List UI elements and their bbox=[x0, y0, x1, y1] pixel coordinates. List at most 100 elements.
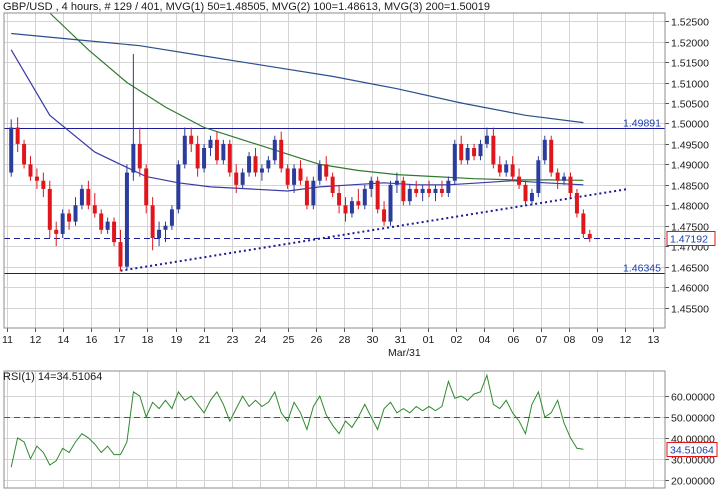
candle-body bbox=[34, 176, 39, 181]
price-y-tick-label: 1.48500 bbox=[671, 181, 709, 193]
price-x-tick-label: 31 bbox=[395, 334, 407, 346]
candle-body bbox=[292, 168, 297, 185]
candle-body bbox=[304, 180, 309, 206]
candle-body bbox=[549, 139, 554, 173]
candle-body bbox=[517, 176, 522, 185]
candle-body bbox=[343, 205, 348, 214]
candle-body bbox=[118, 242, 123, 267]
candle-body bbox=[144, 168, 149, 206]
candle-body bbox=[369, 180, 374, 189]
chart-canvas[interactable]: 1.52500 1.52000 1.51500 1.51000 1.50500 1.500… bbox=[0, 0, 720, 495]
candle-body bbox=[124, 172, 129, 267]
candle-body bbox=[356, 201, 361, 206]
price-y-tick-label: 1.51000 bbox=[671, 79, 709, 91]
price-panel-title: GBP/USD , 4 hours, # 129 / 401, MVG(1) 5… bbox=[3, 1, 490, 13]
candle-body bbox=[131, 143, 136, 173]
candle-body bbox=[214, 139, 219, 161]
candle-body bbox=[54, 229, 59, 234]
price-y-tick-label: 1.50500 bbox=[671, 99, 709, 111]
candle-body bbox=[176, 164, 181, 210]
candle-body bbox=[523, 184, 528, 202]
candle-body bbox=[105, 221, 110, 230]
candle-body bbox=[472, 148, 477, 157]
candle-body bbox=[15, 127, 20, 144]
candle-body bbox=[427, 188, 432, 193]
candle-body bbox=[41, 180, 46, 189]
candle-body bbox=[581, 213, 586, 234]
price-x-tick-label: 02 bbox=[451, 334, 463, 346]
rsi-y-tick-label: 60.00000 bbox=[671, 392, 715, 404]
price-y-tick-label: 1.52000 bbox=[671, 38, 709, 50]
price-y-tick-label: 1.49000 bbox=[671, 160, 709, 172]
candle-body bbox=[375, 180, 380, 210]
candle-body bbox=[240, 172, 245, 185]
price-x-tick-label: 24 bbox=[255, 334, 267, 346]
chart-background bbox=[0, 0, 720, 495]
candle-body bbox=[394, 180, 399, 185]
candle-body bbox=[555, 172, 560, 181]
candle-body bbox=[259, 168, 264, 173]
price-x-tick-label: 14 bbox=[58, 334, 70, 346]
candle-body bbox=[285, 168, 290, 185]
chart-window: 1.52500 1.52000 1.51500 1.51000 1.50500 1.500… bbox=[0, 0, 720, 495]
price-x-tick-label: 04 bbox=[479, 334, 491, 346]
price-x-tick-label: 23 bbox=[227, 334, 239, 346]
candle-body bbox=[208, 139, 213, 148]
candle-body bbox=[414, 188, 419, 193]
candle-body bbox=[465, 148, 470, 161]
candle-body bbox=[221, 143, 226, 161]
candle-body bbox=[324, 164, 329, 177]
price-x-tick-label: 18 bbox=[142, 334, 154, 346]
candle-body bbox=[478, 143, 483, 157]
price-x-tick-label: 21 bbox=[199, 334, 211, 346]
rsi-current-value-tag: 34.51064 bbox=[670, 445, 714, 457]
level-label-1.46345: 1.46345 bbox=[623, 263, 661, 275]
candle-body bbox=[60, 213, 65, 234]
rsi-y-tick-label: 20.00000 bbox=[671, 476, 715, 488]
candle-body bbox=[9, 127, 14, 173]
candle-body bbox=[92, 205, 97, 214]
candle-body bbox=[491, 135, 496, 165]
candle-body bbox=[568, 176, 573, 193]
price-y-tick-label: 1.48000 bbox=[671, 201, 709, 213]
price-x-tick-label: 13 bbox=[648, 334, 660, 346]
candle-body bbox=[420, 188, 425, 193]
price-x-tick-label: 01 bbox=[423, 334, 435, 346]
candle-body bbox=[67, 213, 72, 222]
candle-body bbox=[407, 188, 412, 202]
price-y-tick-label: 1.46500 bbox=[671, 263, 709, 275]
candle-body bbox=[433, 188, 438, 193]
candle-body bbox=[137, 143, 142, 169]
candle-body bbox=[99, 213, 104, 230]
candle-body bbox=[234, 172, 239, 185]
candle-body bbox=[266, 160, 271, 169]
price-x-tick-label: 30 bbox=[367, 334, 379, 346]
candle-body bbox=[73, 205, 78, 222]
candle-body bbox=[79, 188, 84, 206]
candle-body bbox=[337, 193, 342, 206]
price-x-tick-label: 17 bbox=[114, 334, 126, 346]
price-x-tick-label: 12 bbox=[620, 334, 632, 346]
x-axis-sublabel: Mar/31 bbox=[388, 347, 421, 359]
price-x-tick-label: 16 bbox=[86, 334, 98, 346]
candle-body bbox=[317, 164, 322, 181]
candle-body bbox=[349, 201, 354, 214]
candle-body bbox=[439, 188, 444, 193]
price-x-tick-label: 26 bbox=[311, 334, 323, 346]
rsi-panel-title: RSI(1) 14=34.51064 bbox=[3, 371, 102, 383]
candle-body bbox=[497, 164, 502, 173]
price-x-tick-label: 12 bbox=[30, 334, 42, 346]
candle-body bbox=[362, 188, 367, 206]
candle-body bbox=[189, 135, 194, 144]
candle-body bbox=[163, 225, 168, 230]
candle-body bbox=[484, 135, 489, 144]
price-y-tick-label: 1.52500 bbox=[671, 17, 709, 29]
price-x-tick-label: 19 bbox=[171, 334, 183, 346]
rsi-tags: 34.51064 bbox=[666, 442, 718, 457]
candle-body bbox=[47, 188, 52, 230]
price-x-tick-label: 08 bbox=[564, 334, 576, 346]
candle-body bbox=[22, 143, 27, 165]
price-y-tick-label: 1.51500 bbox=[671, 58, 709, 70]
candle-body bbox=[446, 180, 451, 193]
price-y-tick-label: 1.49500 bbox=[671, 140, 709, 152]
